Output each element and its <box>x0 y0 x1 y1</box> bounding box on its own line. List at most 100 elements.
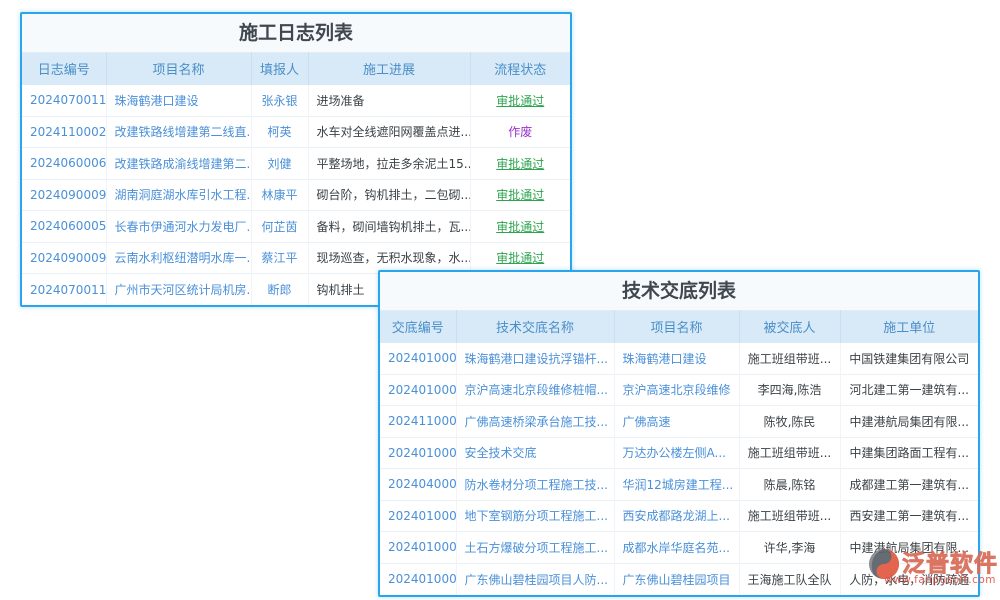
technical-disclosure-title: 技术交底列表 <box>380 272 978 310</box>
cell-persons: 李四海,陈浩 <box>739 374 840 406</box>
disclosure-header-row: 交底编号技术交底名称项目名称被交底人施工单位 <box>380 311 978 343</box>
cell-id[interactable]: 2024010002 <box>380 532 456 564</box>
column-header: 交底编号 <box>380 311 456 343</box>
cell-project[interactable]: 广佛高速 <box>614 406 739 438</box>
cell-persons: 施工班组带班... <box>739 437 840 469</box>
cell-persons: 施工班组带班... <box>739 343 840 375</box>
cell-persons: 陈牧,陈民 <box>739 406 840 438</box>
log-table-row: 2024070011珠海鹤港口建设张永银进场准备审批通过 <box>22 85 570 117</box>
column-header: 流程状态 <box>470 53 570 85</box>
cell-status[interactable]: 审批通过 <box>470 85 570 117</box>
column-header: 项目名称 <box>614 311 739 343</box>
cell-name[interactable]: 广佛高速桥梁承台施工技... <box>456 406 614 438</box>
cell-progress: 现场巡查，无积水现象，水... <box>308 242 470 274</box>
cell-project[interactable]: 成都水岸华庭名苑... <box>614 532 739 564</box>
column-header: 施工单位 <box>840 311 978 343</box>
log-table-row: 2024060006改建铁路成渝线增建第二...刘健平整场地，拉走多余泥土15.… <box>22 148 570 180</box>
cell-progress: 平整场地，拉走多余泥土15... <box>308 148 470 180</box>
watermark-brand-text: 泛普软件 <box>902 553 998 576</box>
cell-project[interactable]: 西安成都路龙湖上... <box>614 500 739 532</box>
cell-project[interactable]: 湖南洞庭湖水库引水工程... <box>106 179 251 211</box>
cell-id[interactable]: 2024010001 <box>380 563 456 595</box>
column-header: 填报人 <box>251 53 308 85</box>
construction-log-window: 施工日志列表 日志编号项目名称填报人施工进展流程状态 2024070011珠海鹤… <box>20 12 572 307</box>
cell-id[interactable]: 2024010004 <box>380 374 456 406</box>
log-header-row: 日志编号项目名称填报人施工进展流程状态 <box>22 53 570 85</box>
cell-project[interactable]: 华润12城房建工程... <box>614 469 739 501</box>
cell-id[interactable]: 2024090009 <box>22 242 106 274</box>
cell-status[interactable]: 审批通过 <box>470 211 570 243</box>
cell-reporter[interactable]: 林康平 <box>251 179 308 211</box>
column-header: 项目名称 <box>106 53 251 85</box>
cell-unit: 河北建工第一建筑有... <box>840 374 978 406</box>
cell-progress: 水车对全线遮阳网覆盖点进... <box>308 116 470 148</box>
cell-reporter[interactable]: 何芷茵 <box>251 211 308 243</box>
cell-unit: 中建港航局集团有限... <box>840 406 978 438</box>
cell-project[interactable]: 广东佛山碧桂园项目 <box>614 563 739 595</box>
disclosure-table-row: 2024010002地下室钢筋分项工程施工...西安成都路龙湖上...施工班组带… <box>380 500 978 532</box>
cell-name[interactable]: 防水卷材分项工程施工技... <box>456 469 614 501</box>
cell-reporter[interactable]: 断郎 <box>251 274 308 306</box>
cell-project[interactable]: 广州市天河区统计局机房... <box>106 274 251 306</box>
cell-project[interactable]: 改建铁路成渝线增建第二... <box>106 148 251 180</box>
disclosure-table-row: 2024010004京沪高速北京段维修桩帽...京沪高速北京段维修李四海,陈浩河… <box>380 374 978 406</box>
cell-unit: 中建集团路面工程有... <box>840 437 978 469</box>
cell-id[interactable]: 2024010003 <box>380 343 456 375</box>
cell-project[interactable]: 云南水利枢纽潜明水库一... <box>106 242 251 274</box>
cell-project[interactable]: 万达办公楼左侧A... <box>614 437 739 469</box>
cell-progress: 砌台阶，钩机排土，二包砌... <box>308 179 470 211</box>
cell-unit: 成都建工第一建筑有... <box>840 469 978 501</box>
cell-reporter[interactable]: 张永银 <box>251 85 308 117</box>
cell-status[interactable]: 审批通过 <box>470 242 570 274</box>
construction-log-table: 日志编号项目名称填报人施工进展流程状态 2024070011珠海鹤港口建设张永银… <box>22 52 570 305</box>
column-header: 日志编号 <box>22 53 106 85</box>
cell-project[interactable]: 京沪高速北京段维修 <box>614 374 739 406</box>
cell-unit: 西安建工第一建筑有... <box>840 500 978 532</box>
cell-project[interactable]: 改建铁路线增建第二线直... <box>106 116 251 148</box>
cell-name[interactable]: 广东佛山碧桂园项目人防... <box>456 563 614 595</box>
cell-status[interactable]: 审批通过 <box>470 179 570 211</box>
cell-unit: 中国铁建集团有限公司 <box>840 343 978 375</box>
cell-project[interactable]: 长春市伊通河水力发电厂... <box>106 211 251 243</box>
vendor-watermark: 泛普软件 www.fanpusoft.com <box>868 548 1000 586</box>
cell-project[interactable]: 珠海鹤港口建设 <box>106 85 251 117</box>
cell-id[interactable]: 2024090009 <box>22 179 106 211</box>
log-table-row: 2024110002改建铁路线增建第二线直...柯英水车对全线遮阳网覆盖点进..… <box>22 116 570 148</box>
disclosure-table-row: 2024040001防水卷材分项工程施工技...华润12城房建工程...陈晨,陈… <box>380 469 978 501</box>
cell-id[interactable]: 2024010003 <box>380 437 456 469</box>
cell-reporter[interactable]: 蔡江平 <box>251 242 308 274</box>
cell-id[interactable]: 2024060005 <box>22 211 106 243</box>
log-table-row: 2024060005长春市伊通河水力发电厂...何芷茵备料，砌间墙钩机排土，瓦.… <box>22 211 570 243</box>
cell-progress: 进场准备 <box>308 85 470 117</box>
cell-status: 作废 <box>470 116 570 148</box>
cell-status[interactable]: 审批通过 <box>470 148 570 180</box>
cell-persons: 施工班组带班... <box>739 500 840 532</box>
cell-id[interactable]: 2024010002 <box>380 500 456 532</box>
column-header: 施工进展 <box>308 53 470 85</box>
cell-persons: 许华,李海 <box>739 532 840 564</box>
cell-project[interactable]: 珠海鹤港口建设 <box>614 343 739 375</box>
cell-progress: 备料，砌间墙钩机排土，瓦... <box>308 211 470 243</box>
cell-id[interactable]: 2024040001 <box>380 469 456 501</box>
log-table-row: 2024090009云南水利枢纽潜明水库一...蔡江平现场巡查，无积水现象，水.… <box>22 242 570 274</box>
cell-id[interactable]: 2024060006 <box>22 148 106 180</box>
cell-id[interactable]: 2024110002 <box>22 116 106 148</box>
cell-id[interactable]: 2024070011 <box>22 85 106 117</box>
cell-reporter[interactable]: 柯英 <box>251 116 308 148</box>
log-table-row: 2024090009湖南洞庭湖水库引水工程...林康平砌台阶，钩机排土，二包砌.… <box>22 179 570 211</box>
disclosure-table-row: 2024010003安全技术交底万达办公楼左侧A...施工班组带班...中建集团… <box>380 437 978 469</box>
cell-name[interactable]: 土石方爆破分项工程施工... <box>456 532 614 564</box>
construction-log-title: 施工日志列表 <box>22 14 570 52</box>
disclosure-table-row: 2024010003珠海鹤港口建设抗浮锚杆...珠海鹤港口建设施工班组带班...… <box>380 343 978 375</box>
cell-persons: 王海施工队全队 <box>739 563 840 595</box>
cell-id[interactable]: 2024110001 <box>380 406 456 438</box>
cell-name[interactable]: 安全技术交底 <box>456 437 614 469</box>
cell-name[interactable]: 京沪高速北京段维修桩帽... <box>456 374 614 406</box>
cell-id[interactable]: 2024070011 <box>22 274 106 306</box>
cell-name[interactable]: 地下室钢筋分项工程施工... <box>456 500 614 532</box>
cell-persons: 陈晨,陈铭 <box>739 469 840 501</box>
cell-name[interactable]: 珠海鹤港口建设抗浮锚杆... <box>456 343 614 375</box>
cell-reporter[interactable]: 刘健 <box>251 148 308 180</box>
disclosure-table-row: 2024110001广佛高速桥梁承台施工技...广佛高速陈牧,陈民中建港航局集团… <box>380 406 978 438</box>
column-header: 被交底人 <box>739 311 840 343</box>
